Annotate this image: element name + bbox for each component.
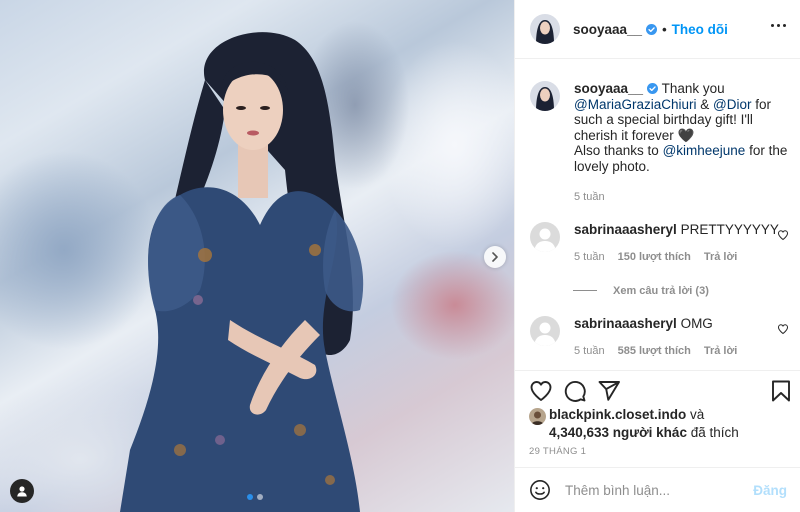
- verified-badge-icon: [646, 23, 658, 35]
- comment-body: sabrinaaasheryl PRETTYYYYYY 5 tuần 150 l…: [574, 222, 784, 265]
- liker-avatar[interactable]: [529, 408, 546, 425]
- comment-time[interactable]: 5 tuần: [574, 343, 605, 359]
- carousel-dot-active: [247, 494, 253, 500]
- likes-and: và: [686, 407, 705, 422]
- caption-body: sooyaaa__ Thank you @MariaGraziaChiuri &…: [574, 81, 789, 206]
- heart-icon[interactable]: [529, 379, 553, 403]
- carousel-next-button[interactable]: [484, 246, 506, 268]
- follow-button[interactable]: Theo dõi: [672, 22, 728, 37]
- caption-text: Thank you: [658, 81, 725, 96]
- comment-input[interactable]: [565, 482, 745, 498]
- commenter-username[interactable]: sabrinaaasheryl: [574, 222, 677, 237]
- post-header: sooyaaa__ • Theo dõi: [515, 0, 800, 59]
- action-bar: [515, 370, 800, 410]
- other-likers-link[interactable]: 4,340,633 người khác: [549, 425, 687, 440]
- carousel-indicator: [247, 494, 263, 500]
- comment-item: sabrinaaasheryl PRETTYYYYYY 5 tuần 150 l…: [530, 221, 789, 265]
- mention-link[interactable]: @kimheejune: [663, 143, 746, 158]
- reply-line: [573, 290, 597, 291]
- bookmark-icon[interactable]: [769, 379, 793, 403]
- caption-meta: 5 tuần: [574, 190, 789, 206]
- user-tags-button[interactable]: [10, 479, 34, 503]
- commenter-username[interactable]: sabrinaaasheryl: [574, 316, 677, 331]
- caption-time[interactable]: 5 tuần: [574, 190, 605, 206]
- comment-text: PRETTYYYYYY: [676, 221, 779, 237]
- header-separator: •: [662, 21, 667, 37]
- likes-text: blackpink.closet.indo và 4,340,633 người…: [549, 406, 739, 442]
- comment-icon[interactable]: [563, 379, 587, 403]
- post-date[interactable]: 29 THÁNG 1: [529, 446, 586, 457]
- comments-section[interactable]: sooyaaa__ Thank you @MariaGraziaChiuri &…: [515, 59, 800, 370]
- comment-likes[interactable]: 150 lượt thích: [618, 249, 691, 265]
- chevron-right-icon: [492, 252, 498, 262]
- woman-in-blue-dress: [120, 32, 364, 512]
- reply-button[interactable]: Trả lời: [704, 249, 738, 265]
- author-avatar[interactable]: [530, 81, 560, 111]
- default-avatar-icon: [534, 228, 556, 252]
- view-replies-label: Xem câu trả lời (3): [613, 284, 709, 297]
- mention-link[interactable]: @MariaGraziaChiuri: [574, 97, 696, 112]
- comment-time[interactable]: 5 tuần: [574, 249, 605, 265]
- verified-badge-icon: [647, 83, 659, 94]
- comment-text: OMG: [676, 315, 713, 331]
- comment-body: sabrinaaasheryl OMG 5 tuần 585 lượt thíc…: [574, 316, 784, 359]
- post-side-panel: sooyaaa__ • Theo dõi sooyaaa__ Thank you…: [514, 0, 800, 512]
- post-image[interactable]: [0, 0, 514, 512]
- likes-summary: blackpink.closet.indo và 4,340,633 người…: [529, 406, 791, 442]
- post-comment-button[interactable]: Đăng: [753, 483, 787, 498]
- comment-meta: 5 tuần 150 lượt thích Trả lời: [574, 249, 784, 265]
- comment-heart-icon[interactable]: [777, 323, 789, 335]
- comment-heart-icon[interactable]: [777, 229, 789, 241]
- commenter-avatar[interactable]: [530, 221, 560, 252]
- mention-link[interactable]: @Dior: [713, 97, 751, 112]
- default-avatar-icon: [534, 322, 556, 346]
- caption-text: &: [696, 96, 713, 112]
- comment-meta: 5 tuần 585 lượt thích Trả lời: [574, 343, 784, 359]
- likes-suffix: đã thích: [686, 425, 739, 440]
- carousel-dot: [257, 494, 263, 500]
- post-caption: sooyaaa__ Thank you @MariaGraziaChiuri &…: [530, 81, 789, 206]
- first-liker-link[interactable]: blackpink.closet.indo: [549, 407, 686, 422]
- comment-likes[interactable]: 585 lượt thích: [618, 343, 691, 359]
- commenter-avatar[interactable]: [530, 315, 560, 346]
- comment-item: sabrinaaasheryl OMG 5 tuần 585 lượt thíc…: [530, 315, 789, 359]
- share-icon[interactable]: [597, 379, 621, 403]
- emoji-icon[interactable]: [529, 479, 551, 501]
- author-avatar[interactable]: [530, 14, 560, 44]
- add-comment-bar: Đăng: [515, 467, 800, 512]
- view-replies-button[interactable]: Xem câu trả lời (3): [573, 285, 789, 297]
- more-options-icon: [771, 24, 774, 27]
- caption-text: Also thanks to: [574, 143, 663, 158]
- more-options-button[interactable]: [771, 24, 786, 27]
- reply-button[interactable]: Trả lời: [704, 343, 738, 359]
- caption-username[interactable]: sooyaaa__: [574, 81, 643, 96]
- user-tag-icon: [17, 486, 27, 497]
- author-username[interactable]: sooyaaa__: [573, 22, 642, 37]
